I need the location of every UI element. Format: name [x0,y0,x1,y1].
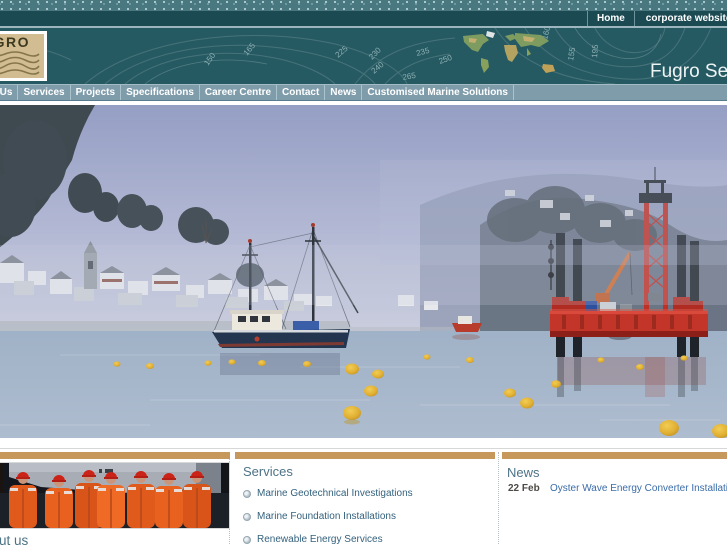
bullet-icon [243,489,251,498]
bottom-section: About us Services Marine Geotechnical In… [0,438,727,545]
about-column: About us [0,452,230,545]
main-nav: About Us Services Projects Specification… [0,84,727,101]
nav-projects[interactable]: Projects [71,85,122,100]
contour-label: 250 [438,53,454,66]
home-link-label: Home [597,13,625,24]
hero-image [0,105,727,438]
world-map [463,31,555,73]
nav-about-us[interactable]: About Us [0,85,19,100]
tan-accent-bar [0,452,230,459]
fugro-logo[interactable]: FUGRO [0,31,47,81]
service-link-label: Renewable Energy Services [257,534,383,545]
nav-contact[interactable]: Contact [277,85,326,100]
site-container: Home corporate website 150 165 225 230 2… [0,0,727,545]
services-heading: Services [243,464,293,479]
service-link-label: Marine Geotechnical Investigations [257,488,413,499]
corporate-website-link[interactable]: corporate website [633,11,727,26]
column-separator [498,452,499,544]
page: Home corporate website 150 165 225 230 2… [0,0,727,545]
nav-services[interactable]: Services [18,85,71,100]
horizontal-rule [0,448,727,449]
nav-news[interactable]: News [325,85,363,100]
nav-customised-marine-solutions[interactable]: Customised Marine Solutions [362,85,514,100]
fugro-logo-inner: FUGRO [0,34,44,78]
utility-links: Home corporate website [587,11,727,26]
service-link-renewable-energy[interactable]: Renewable Energy Services [243,534,495,545]
contour-label: 265 [402,71,417,82]
tan-accent-bar [502,452,727,459]
about-us-heading: About us [0,533,29,545]
top-texture-strip [0,0,727,11]
fugro-logo-text: FUGRO [0,34,31,50]
harbour-scene [0,105,727,438]
contour-label: 225 [334,44,350,60]
news-column: News 22 Feb Oyster Wave Energy Converter… [502,452,727,494]
service-link-marine-geotechnical[interactable]: Marine Geotechnical Investigations [243,488,495,499]
contour-label: 150 [202,51,217,68]
news-link[interactable]: Oyster Wave Energy Converter Installatio… [550,483,727,494]
bathymetry-contours: 150 165 225 230 240 235 250 265 160 155 … [0,28,712,84]
nav-specifications[interactable]: Specifications [121,85,200,100]
contour-label: 155 [566,46,577,61]
service-link-label: Marine Foundation Installations [257,511,396,522]
crew-photo-image [0,463,229,528]
tan-accent-bar [235,452,495,459]
crew-photo[interactable] [0,462,230,529]
news-item: 22 Feb Oyster Wave Energy Converter Inst… [508,483,727,494]
contour-label: 230 [367,45,383,61]
seismic-waves-icon [0,51,40,75]
service-link-marine-foundation[interactable]: Marine Foundation Installations [243,511,495,522]
news-date: 22 Feb [508,483,540,494]
contour-label: 195 [590,44,600,59]
home-link[interactable]: Home [587,11,634,26]
contour-label: 235 [415,46,431,58]
services-list: Marine Geotechnical Investigations Marin… [243,488,495,545]
corporate-website-label: corporate website [645,13,727,24]
site-title: Fugro Seacore [650,61,727,82]
bullet-icon [243,512,251,521]
news-heading: News [507,465,540,480]
nav-career-centre[interactable]: Career Centre [200,85,278,100]
services-column: Services Marine Geotechnical Investigati… [235,452,495,545]
bullet-icon [243,535,251,544]
site-header: 150 165 225 230 240 235 250 265 160 155 … [0,28,727,84]
utility-bar: Home corporate website [0,11,727,26]
